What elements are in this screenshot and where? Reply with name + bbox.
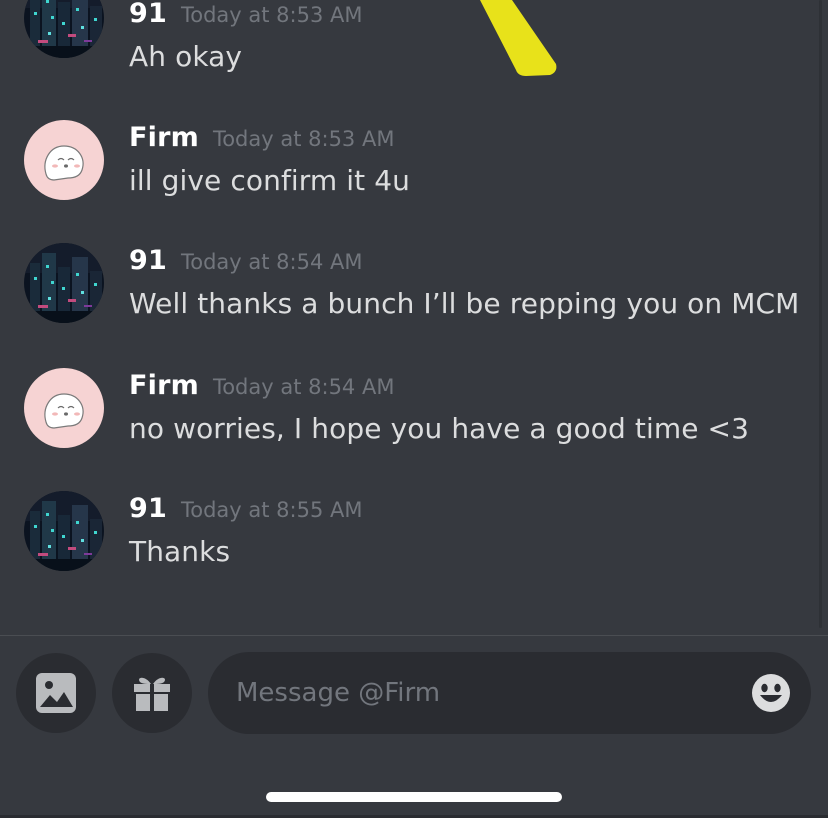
avatar[interactable] bbox=[24, 120, 104, 200]
username[interactable]: 91 bbox=[129, 0, 167, 29]
message-header: Firm Today at 8:53 AM bbox=[129, 122, 394, 153]
message-item: Firm Today at 8:54 AM no worries, I hope … bbox=[0, 368, 828, 478]
message-header: 91 Today at 8:53 AM bbox=[129, 0, 363, 29]
emoji-icon[interactable] bbox=[751, 673, 791, 713]
avatar[interactable] bbox=[24, 368, 104, 448]
gift-button[interactable] bbox=[112, 653, 192, 733]
timestamp: Today at 8:55 AM bbox=[180, 498, 363, 522]
message-header: 91 Today at 8:55 AM bbox=[129, 493, 363, 524]
timestamp: Today at 8:53 AM bbox=[212, 127, 395, 151]
message-text: Thanks bbox=[129, 535, 231, 568]
composer-divider bbox=[0, 635, 828, 636]
avatar[interactable] bbox=[24, 243, 104, 323]
attach-image-button[interactable] bbox=[16, 653, 96, 733]
home-indicator[interactable] bbox=[266, 792, 562, 802]
scrollbar[interactable] bbox=[819, 0, 822, 628]
avatar[interactable] bbox=[24, 491, 104, 571]
username[interactable]: 91 bbox=[129, 493, 167, 524]
image-icon bbox=[36, 673, 76, 713]
message-list: 91 Today at 8:53 AM Ah okay Firm Today at … bbox=[0, 0, 828, 635]
message-text: Ah okay bbox=[129, 40, 243, 73]
message-item: 91 Today at 8:54 AM Well thanks a bunch I… bbox=[0, 243, 828, 353]
message-item: 91 Today at 8:55 AM Thanks bbox=[0, 491, 828, 601]
message-header: Firm Today at 8:54 AM bbox=[129, 370, 394, 401]
message-header: 91 Today at 8:54 AM bbox=[129, 245, 363, 276]
highlighter-mark bbox=[480, 0, 557, 76]
message-input-container[interactable] bbox=[208, 652, 811, 734]
avatar[interactable] bbox=[24, 0, 104, 58]
timestamp: Today at 8:54 AM bbox=[212, 375, 395, 399]
message-text: Well thanks a bunch I’ll be repping you … bbox=[129, 287, 800, 320]
message-input[interactable] bbox=[236, 672, 736, 714]
username[interactable]: 91 bbox=[129, 245, 167, 276]
message-text: ill give confirm it 4u bbox=[129, 164, 411, 197]
gift-icon bbox=[134, 677, 170, 711]
username[interactable]: Firm bbox=[129, 370, 199, 401]
timestamp: Today at 8:53 AM bbox=[180, 3, 363, 27]
username[interactable]: Firm bbox=[129, 122, 199, 153]
timestamp: Today at 8:54 AM bbox=[180, 250, 363, 274]
message-text: no worries, I hope you have a good time … bbox=[129, 412, 750, 445]
message-item: Firm Today at 8:53 AM ill give confirm it… bbox=[0, 120, 828, 230]
message-item: 91 Today at 8:53 AM Ah okay bbox=[0, 0, 828, 88]
